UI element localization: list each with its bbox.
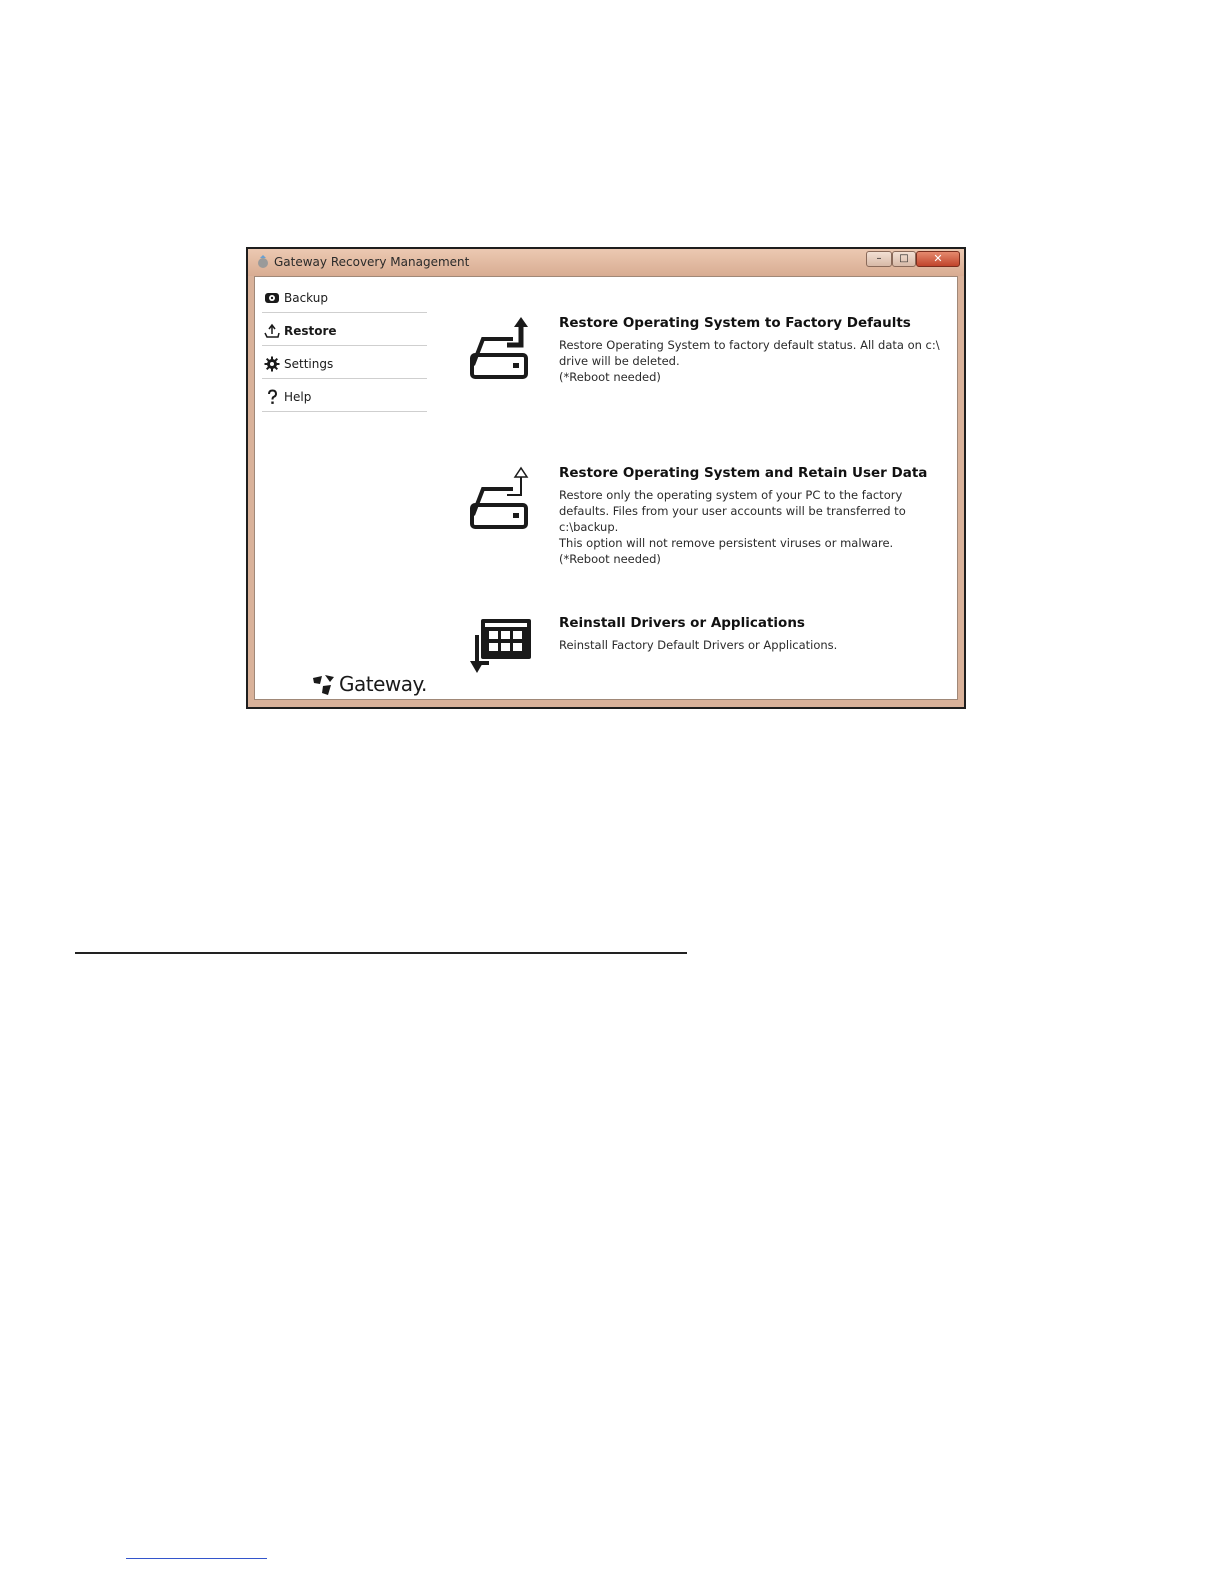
gateway-cow-spot-icon	[313, 675, 334, 695]
option-desc-line: c:\backup.	[559, 520, 619, 534]
maximize-icon: □	[899, 253, 909, 264]
window-title: Gateway Recovery Management	[274, 255, 470, 269]
option-restore-retain-user-data[interactable]: Restore Operating System and Retain User…	[469, 465, 939, 575]
sidebar-item-restore[interactable]: Restore	[262, 314, 427, 346]
option-restore-factory-defaults[interactable]: Restore Operating System to Factory Defa…	[469, 315, 940, 395]
client-area: Backup Restore Settings Help Restore Ope…	[254, 276, 958, 700]
option-description: Restore only the operating system of you…	[559, 487, 929, 567]
option-desc-line: This option will not remove persistent v…	[559, 536, 894, 550]
brand-name: Gateway.	[339, 672, 427, 696]
close-button[interactable]: ✕	[916, 251, 960, 267]
minimize-icon: –	[876, 253, 882, 264]
option-description: Reinstall Factory Default Drivers or App…	[559, 637, 929, 653]
footnote-link-underline	[126, 1558, 267, 1559]
gateway-logo: Gateway.	[311, 672, 441, 697]
option-desc-line: Reinstall Factory Default Drivers or App…	[559, 638, 838, 652]
maximize-button[interactable]: □	[892, 251, 916, 267]
gear-icon	[264, 356, 280, 372]
option-reinstall-drivers[interactable]: Reinstall Drivers or Applications Reinst…	[469, 615, 939, 681]
option-desc-line: Restore only the operating system of you…	[559, 488, 903, 502]
question-icon	[268, 389, 278, 404]
sidebar-item-label: Help	[284, 390, 312, 404]
disc-icon	[265, 293, 279, 303]
sidebar-item-label: Settings	[284, 357, 334, 371]
app-icon	[258, 255, 268, 268]
title-bar[interactable]: Gateway Recovery Management – □ ✕	[248, 249, 964, 276]
option-desc-line: drive will be deleted.	[559, 354, 680, 368]
option-desc-line: (*Reboot needed)	[559, 552, 661, 566]
option-description: Restore Operating System to factory defa…	[559, 337, 940, 385]
sidebar-item-label: Restore	[284, 324, 337, 338]
option-title: Reinstall Drivers or Applications	[559, 615, 805, 631]
close-icon: ✕	[933, 252, 943, 265]
option-title: Restore Operating System and Retain User…	[559, 465, 928, 481]
drive-upload-icon	[470, 317, 528, 379]
restore-upload-icon	[264, 323, 280, 338]
sidebar-item-settings[interactable]: Settings	[262, 347, 427, 379]
option-desc-line: Restore Operating System to factory defa…	[559, 338, 940, 352]
drive-upload-outline-icon	[470, 466, 529, 529]
sidebar-item-label: Backup	[284, 291, 328, 305]
apps-grid-download-icon	[470, 619, 531, 673]
sidebar-item-help[interactable]: Help	[262, 380, 427, 412]
option-desc-line: (*Reboot needed)	[559, 370, 661, 384]
sidebar-item-backup[interactable]: Backup	[262, 281, 427, 313]
minimize-button[interactable]: –	[866, 251, 892, 267]
recovery-window: Gateway Recovery Management – □ ✕ Backup…	[246, 247, 966, 709]
option-desc-line: defaults. Files from your user accounts …	[559, 504, 906, 518]
option-title: Restore Operating System to Factory Defa…	[559, 315, 911, 331]
page-divider	[75, 952, 687, 954]
